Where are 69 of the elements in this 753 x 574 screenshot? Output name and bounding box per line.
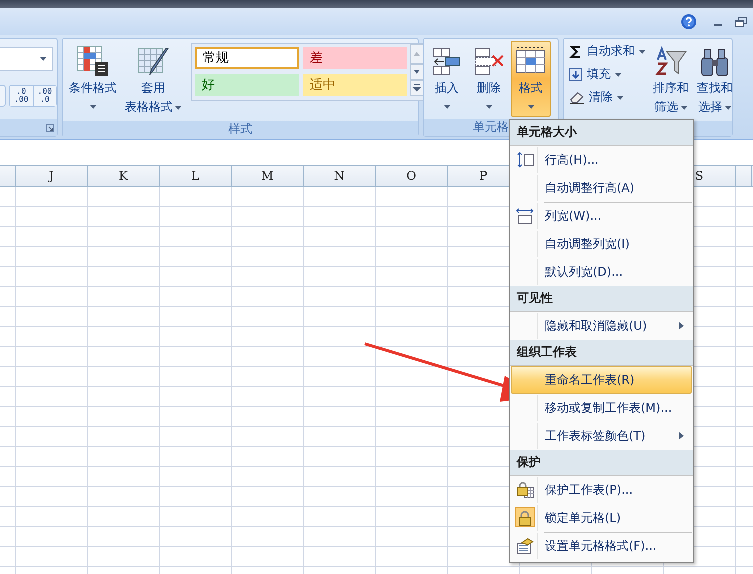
row-height-icon [516, 152, 534, 168]
menu-item[interactable]: 工作表标签颜色(T) [511, 422, 692, 450]
format-button[interactable]: 格式 [511, 41, 551, 117]
menu-item[interactable]: 锁定单元格(L) [511, 504, 692, 532]
menu-item[interactable]: 移动或复制工作表(M)... [511, 394, 692, 422]
menu-item[interactable]: 默认列宽(D)... [511, 258, 692, 286]
lock-sheet-icon [516, 482, 534, 498]
expand-gallery-icon[interactable] [410, 80, 424, 96]
table-brush-icon [138, 46, 170, 78]
menu-section-header: 可见性 [510, 286, 693, 312]
sigma-icon [569, 44, 583, 58]
menu-item[interactable]: 列宽(W)... [511, 202, 692, 230]
menu-item[interactable]: 保护工作表(P)... [511, 476, 692, 504]
dropdown-arrow-icon [528, 105, 534, 109]
dropdown-arrow-icon [444, 105, 450, 109]
column-header[interactable]: J [16, 166, 88, 186]
menu-section-header: 保护 [510, 450, 693, 476]
dropdown-arrow-icon [175, 106, 182, 110]
cell-style-option[interactable]: 常规 [195, 47, 299, 69]
delete-button[interactable]: 删除 [469, 41, 509, 117]
dropdown-arrow-icon [639, 50, 646, 54]
restore-icon[interactable] [735, 16, 747, 26]
format-cells-icon [516, 538, 534, 554]
cell-style-option[interactable]: 好 [195, 74, 299, 96]
column-header[interactable]: M [232, 166, 304, 186]
group-label: 单元格 [473, 119, 509, 136]
scroll-down-icon[interactable] [410, 64, 424, 80]
column-header[interactable]: O [376, 166, 448, 186]
decrease-decimal-button[interactable]: .00 .0 [33, 86, 56, 106]
table-format-button[interactable]: 套用 表格格式 [122, 41, 185, 119]
cell-style-option[interactable]: 差 [303, 47, 407, 69]
padlock-icon [518, 510, 532, 526]
dropdown-arrow-icon [486, 105, 492, 109]
table-highlight-icon [77, 46, 109, 78]
menu-item[interactable]: 重命名工作表(R) [511, 366, 692, 394]
submenu-arrow-icon [679, 432, 684, 440]
menu-section-header: 单元格大小 [510, 120, 693, 146]
dropdown-arrow-icon [680, 106, 688, 110]
fill-button[interactable]: 填充 [567, 64, 648, 85]
dropdown-arrow-icon [724, 106, 732, 110]
column-header[interactable]: N [304, 166, 376, 186]
submenu-arrow-icon [679, 322, 684, 330]
dropdown-arrow-icon [615, 72, 622, 76]
insert-button[interactable]: 插入 [427, 41, 467, 117]
menu-item[interactable]: 设置单元格格式(F)... [511, 532, 692, 560]
cell-style-option[interactable]: 适中 [303, 74, 407, 96]
find-select-button[interactable]: 查找和 选择 [694, 41, 736, 119]
sort-filter-button[interactable]: 排序和 筛选 [650, 41, 692, 119]
eraser-icon [569, 90, 585, 104]
conditional-format-button[interactable]: 条件格式 [66, 41, 120, 119]
group-label: 样式 [228, 121, 252, 138]
dropdown-arrow-icon [90, 105, 96, 109]
menu-section-header: 组织工作表 [510, 340, 693, 366]
fill-down-icon [569, 68, 583, 82]
delete-cells-icon [473, 46, 505, 78]
column-header[interactable]: K [88, 166, 160, 186]
column-width-icon [516, 208, 534, 224]
clear-button[interactable]: 清除 [567, 87, 648, 108]
menu-item[interactable]: 自动调整列宽(I) [511, 230, 692, 258]
dialog-launcher-icon[interactable] [46, 124, 54, 132]
autosum-button[interactable]: 自动求和 [567, 41, 648, 62]
help-icon[interactable] [681, 14, 697, 30]
dropdown-arrow-icon [40, 57, 47, 61]
column-header[interactable]: L [160, 166, 232, 186]
insert-cells-icon [431, 46, 463, 78]
funnel-icon [655, 46, 687, 78]
increase-decimal-button[interactable]: .0 .00 [10, 86, 33, 106]
menu-item[interactable]: 隐藏和取消隐藏(U) [511, 312, 692, 340]
dropdown-arrow-icon [617, 96, 624, 100]
